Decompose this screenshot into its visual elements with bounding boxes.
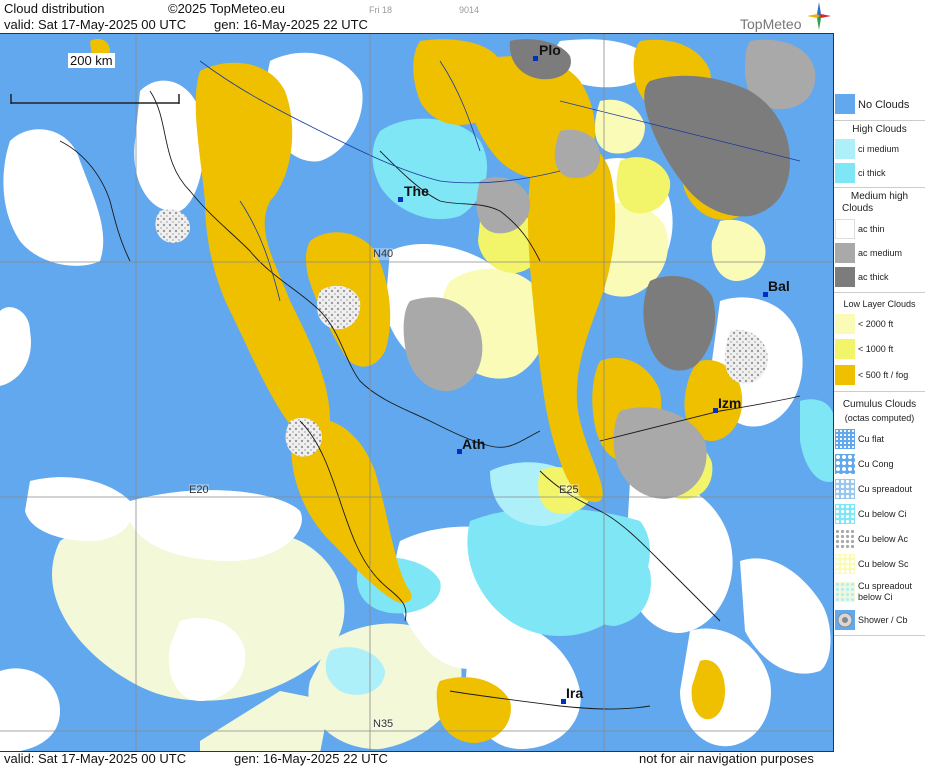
legend-heading-cumulus-2: (octas computed)	[844, 413, 915, 423]
footer-disclaimer: not for air navigation purposes	[639, 751, 814, 766]
city-label-ira: Ira	[566, 685, 584, 701]
scale-bar	[10, 94, 180, 104]
legend-label-low-1000: < 1000 ft	[858, 344, 894, 354]
map-title: Cloud distribution	[4, 1, 105, 16]
legend-label-cu-spread-ci-1: Cu spreadout	[858, 581, 913, 591]
legend-ac-thin: ac thin	[834, 219, 925, 241]
city-marker-the[interactable]	[398, 197, 403, 202]
legend-no-clouds: No Clouds	[834, 92, 925, 114]
legend-label-low-500: < 500 ft / fog	[858, 370, 909, 380]
legend-label-ac-medium: ac medium	[858, 248, 903, 258]
legend-swatch-cu-below-ac	[835, 529, 855, 549]
legend-label-ci-thick: ci thick	[858, 168, 886, 178]
legend-label-cu-flat: Cu flat	[858, 434, 885, 444]
legend-heading-high: High Clouds	[852, 124, 907, 135]
grid-label-e25: E25	[559, 484, 579, 496]
legend-divider	[834, 292, 925, 293]
legend-ci-medium: ci medium	[834, 139, 925, 161]
cloud-legend: No Clouds High Clouds ci medium ci thick…	[834, 92, 925, 652]
map-header: Cloud distribution ©2025 TopMeteo.eu val…	[0, 0, 835, 33]
legend-low-500: < 500 ft / fog	[834, 365, 925, 387]
legend-label-low-2000: < 2000 ft	[858, 319, 894, 329]
shower-cb-icon	[835, 610, 855, 630]
legend-swatch-low-1000	[835, 339, 855, 359]
legend-label-no-clouds: No Clouds	[858, 99, 910, 111]
legend-label-cu-spread: Cu spreadout	[858, 484, 913, 494]
legend-label-cu-below-ci: Cu below Ci	[858, 509, 907, 519]
legend-heading-medium-1: Medium high	[850, 191, 909, 202]
legend-swatch-ac-medium	[835, 243, 855, 263]
city-marker-plo[interactable]	[533, 56, 538, 61]
legend-divider	[834, 391, 925, 392]
legend-swatch-ci-thick	[835, 163, 855, 183]
legend-label-ac-thick: ac thick	[858, 272, 889, 282]
legend-swatch-cu-spread	[835, 479, 855, 499]
legend-cu-below-sc: Cu below Sc	[834, 554, 925, 576]
legend-ci-thick: ci thick	[834, 163, 925, 185]
legend-cu-spread-ci: Cu spreadout below Ci	[834, 580, 925, 606]
footer-generated-time: gen: 16-May-2025 22 UTC	[234, 751, 388, 766]
legend-cu-spread: Cu spreadout	[834, 479, 925, 501]
generated-time: gen: 16-May-2025 22 UTC	[214, 17, 368, 32]
legend-divider	[834, 635, 925, 636]
legend-heading-cumulus-1: Cumulus Clouds	[842, 399, 917, 410]
footer-valid-time: valid: Sat 17-May-2025 00 UTC	[4, 751, 187, 766]
city-label-the: The	[404, 183, 429, 199]
copyright: ©2025 TopMeteo.eu	[168, 1, 286, 16]
legend-ac-medium: ac medium	[834, 243, 925, 265]
legend-cu-flat: Cu flat	[834, 429, 925, 451]
legend-label-cu-spread-ci-2: below Ci	[858, 592, 893, 602]
legend-swatch-cu-cong	[835, 454, 855, 474]
legend-low-2000: < 2000 ft	[834, 314, 925, 336]
map-footer: valid: Sat 17-May-2025 00 UTC gen: 16-Ma…	[0, 752, 834, 765]
legend-swatch-cu-spread-ci	[835, 582, 855, 602]
compass-logo-icon	[807, 2, 831, 30]
legend-low-1000: < 1000 ft	[834, 339, 925, 361]
legend-label-ci-medium: ci medium	[858, 144, 900, 154]
grid-label-n40: N40	[373, 248, 394, 260]
legend-swatch-low-2000	[835, 314, 855, 334]
legend-swatch-cu-below-sc	[835, 554, 855, 574]
legend-divider	[834, 187, 925, 188]
forecast-day-tab[interactable]: Fri 18	[369, 5, 392, 15]
legend-label-cu-cong: Cu Cong	[858, 459, 894, 469]
legend-swatch-low-500	[835, 365, 855, 385]
scale-bar-label: 200 km	[68, 53, 115, 68]
legend-ac-thick: ac thick	[834, 267, 925, 289]
legend-swatch-no-clouds	[835, 94, 855, 114]
city-label-bal: Bal	[768, 278, 790, 294]
cloud-map-canvas	[0, 34, 833, 751]
legend-label-shower: Shower / Cb	[858, 615, 908, 625]
legend-cu-below-ac: Cu below Ac	[834, 529, 925, 551]
city-label-izm: Izm	[718, 395, 742, 411]
legend-cu-cong: Cu Cong	[834, 454, 925, 476]
legend-swatch-cu-below-ci	[835, 504, 855, 524]
legend-swatch-ci-medium	[835, 139, 855, 159]
legend-label-cu-below-sc: Cu below Sc	[858, 559, 909, 569]
topmeteo-logo: TopMeteo	[740, 16, 802, 32]
legend-heading-low: Low Layer Clouds	[843, 299, 916, 309]
city-label-plo: Plo	[539, 42, 561, 58]
grid-label-e20: E20	[189, 484, 209, 496]
legend-swatch-cu-flat	[835, 429, 855, 449]
legend-shower: Shower / Cb	[834, 610, 925, 632]
legend-divider	[834, 120, 925, 121]
legend-swatch-ac-thick	[835, 267, 855, 287]
grid-label-n35: N35	[373, 718, 394, 730]
cloud-map[interactable]: 200 km N40 N35 E20 E25 Plo The Bal Izm A…	[0, 33, 834, 752]
legend-cu-below-ci: Cu below Ci	[834, 504, 925, 526]
legend-label-ac-thin: ac thin	[858, 224, 885, 234]
valid-time: valid: Sat 17-May-2025 00 UTC	[4, 17, 187, 32]
legend-label-cu-below-ac: Cu below Ac	[858, 534, 909, 544]
legend-swatch-ac-thin	[835, 219, 855, 239]
city-label-ath: Ath	[462, 436, 486, 452]
forecast-code: 9014	[459, 5, 480, 15]
legend-heading-medium-2: Clouds	[842, 203, 874, 214]
